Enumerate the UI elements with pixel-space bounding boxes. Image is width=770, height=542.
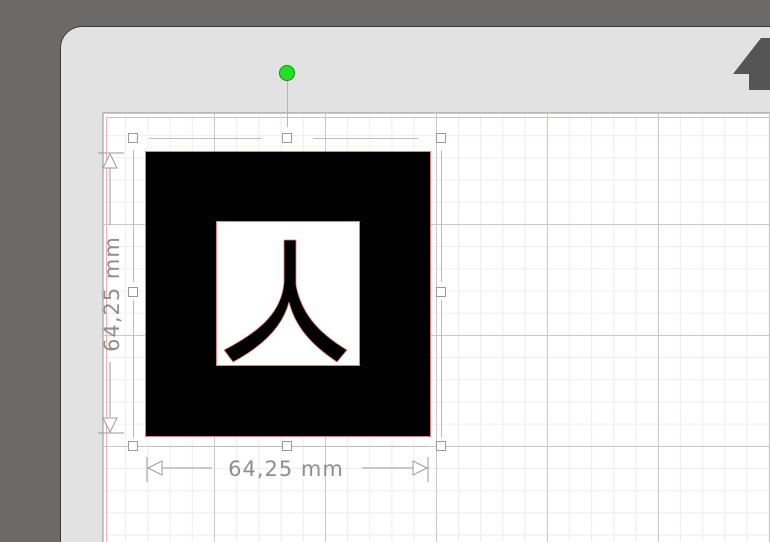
width-dimension-label: 64,25 mm (228, 457, 344, 481)
resize-handle-bottom-middle[interactable] (282, 441, 292, 451)
rotate-stem (287, 81, 288, 127)
height-dimension-label: 64,25 mm (100, 236, 124, 352)
rotate-handle[interactable] (279, 65, 295, 81)
workspace: 64,25 mm 64,25 mm (0, 0, 770, 542)
selection-right-lower-line (441, 300, 442, 438)
resize-handle-bottom-right[interactable] (436, 441, 446, 451)
resize-handle-middle-left[interactable] (128, 287, 138, 297)
selection-left-lower-line (133, 300, 134, 438)
selection-top-left-line (149, 138, 262, 139)
design-window (216, 221, 360, 366)
person-kanji-icon (223, 239, 348, 363)
resize-handle-middle-right[interactable] (436, 287, 446, 297)
resize-handle-top-middle[interactable] (282, 133, 292, 143)
home-arrow-icon[interactable] (733, 38, 770, 90)
selection-left-upper-line (133, 150, 134, 282)
resize-handle-bottom-left[interactable] (128, 441, 138, 451)
home-arrow-shape (733, 38, 770, 90)
resize-handle-top-left[interactable] (128, 133, 138, 143)
selection-top-right-line (313, 138, 418, 139)
resize-handle-top-right[interactable] (436, 133, 446, 143)
design-shape[interactable] (145, 151, 431, 437)
selection-right-upper-line (441, 150, 442, 282)
